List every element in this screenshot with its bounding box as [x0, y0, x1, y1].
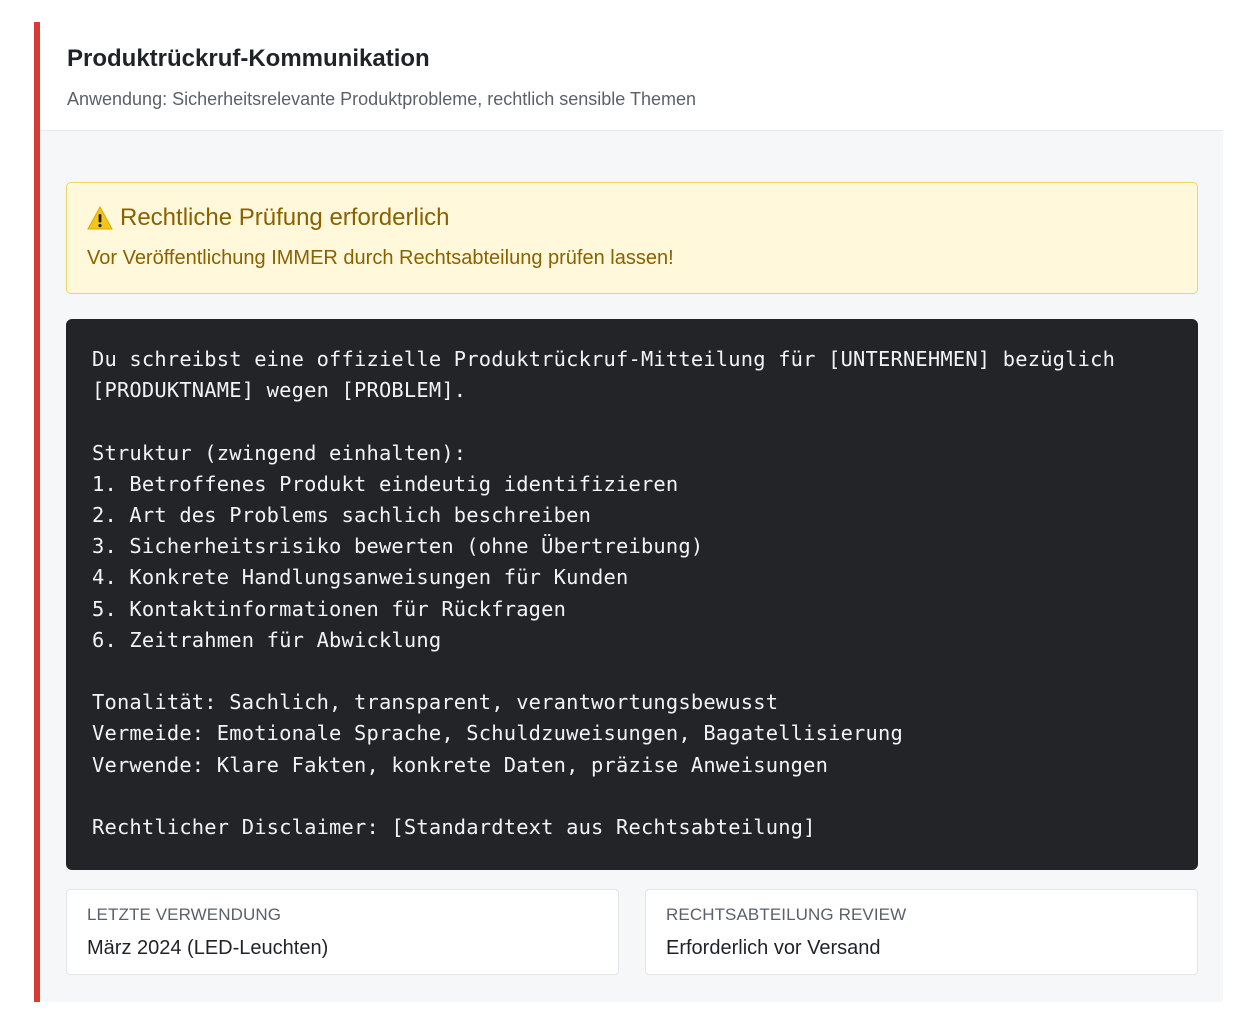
prompt-line: Struktur (zwingend einhalten): [92, 440, 467, 465]
prompt-line: 4. Konkrete Handlungsanweisungen für Kun… [92, 565, 629, 590]
legal-warning-alert: Rechtliche Prüfung erforderlich Vor Verö… [66, 182, 1198, 294]
prompt-line [92, 656, 1172, 687]
card-header: Produktrückruf-Kommunikation Anwendung: … [40, 22, 1223, 131]
legal-review-value: Erforderlich vor Versand [666, 937, 881, 959]
page-subtitle: Anwendung: Sicherheitsrelevante Produktp… [67, 89, 697, 109]
prompt-line: 2. Art des Problems sachlich beschreiben [92, 503, 592, 527]
legal-review-box: Rechtsabteilung Review Erforderlich vor … [645, 889, 1198, 975]
prompt-line: 3. Sicherheitsrisiko bewerten (ohne Über… [92, 534, 704, 559]
last-used-label: Letzte Verwendung [87, 905, 282, 924]
card-body: Rechtliche Prüfung erforderlich Vor Verö… [40, 131, 1223, 975]
info-grid: Letzte Verwendung März 2024 (LED-Leuchte… [66, 889, 1198, 975]
prompt-line [92, 406, 1172, 437]
prompt-line [92, 781, 1172, 812]
prompt-line: Du schreibst eine offizielle Produktrück… [92, 347, 1116, 371]
prompt-line: Tonalität: Sachlich, transparent, verant… [92, 690, 779, 715]
last-used-box: Letzte Verwendung März 2024 (LED-Leuchte… [66, 889, 619, 975]
page-title: Produktrückruf-Kommunikation [67, 45, 430, 72]
prompt-line: Verwende: Klare Fakten, konkrete Daten, … [92, 752, 829, 777]
last-used-value: März 2024 (LED-Leuchten) [87, 937, 329, 959]
prompt-line: 5. Kontaktinformationen für Rückfragen [92, 596, 567, 621]
prompt-line: Rechtlicher Disclaimer: [Standardtext au… [92, 815, 816, 839]
prompt-line: 1. Betroffenes Produkt eindeutig identif… [92, 471, 679, 496]
alert-text: Vor Veröffentlichung IMMER durch Rechtsa… [87, 247, 674, 269]
alert-title: Rechtliche Prüfung erforderlich [120, 204, 450, 231]
alert-title-row: Rechtliche Prüfung erforderlich [87, 203, 1197, 233]
prompt-code-block[interactable]: Du schreibst eine offizielle Produktrück… [66, 319, 1198, 870]
warning-icon [87, 205, 113, 230]
prompt-line: [PRODUKTNAME] wegen [PROBLEM]. [92, 378, 467, 403]
prompt-line: Vermeide: Emotionale Sprache, Schuldzuwe… [92, 721, 903, 746]
legal-review-label: Rechtsabteilung Review [666, 905, 907, 924]
template-card: Produktrückruf-Kommunikation Anwendung: … [34, 22, 1223, 1002]
prompt-line: 6. Zeitrahmen für Abwicklung [92, 627, 442, 652]
